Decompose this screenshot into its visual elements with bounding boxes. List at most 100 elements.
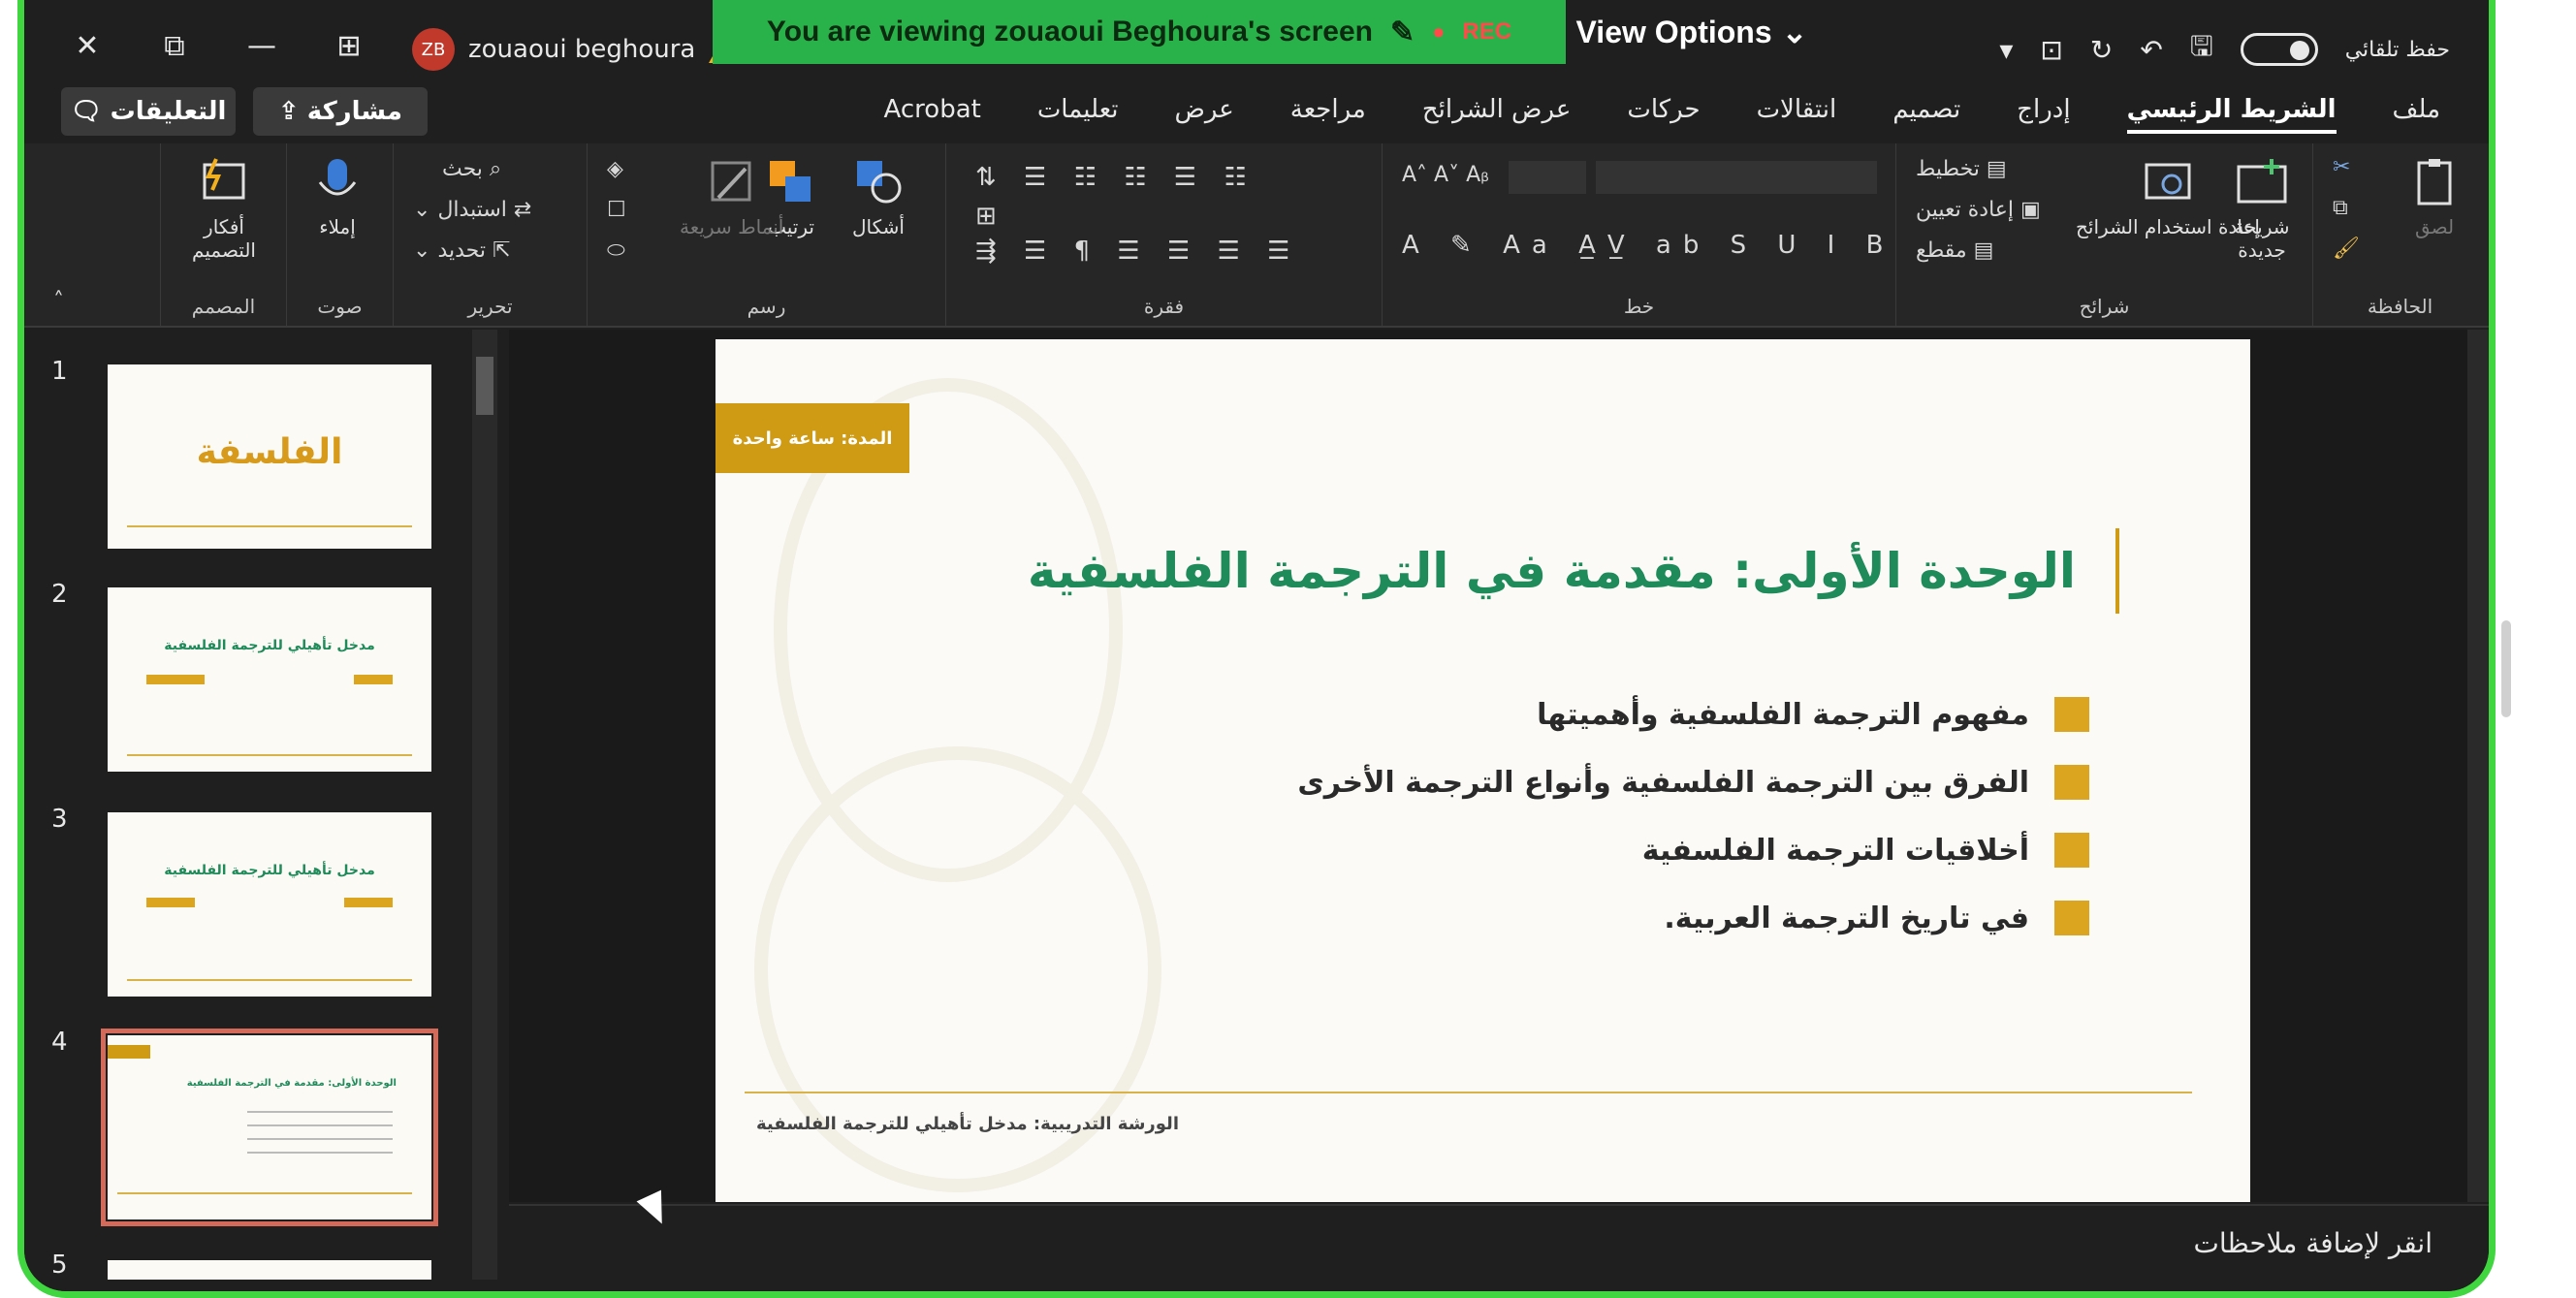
annotate-pen-icon[interactable]: ✎ [1390, 16, 1415, 49]
comments-label: التعليقات [110, 97, 227, 126]
format-painter-icon[interactable]: 🖌 [2333, 237, 2360, 261]
tab-acrobat[interactable]: Acrobat [884, 95, 981, 130]
cut-icon[interactable]: ✂ [2333, 155, 2350, 179]
ribbon-tabs: ملف الشريط الرئيسي إدراج تصميم انتقالات … [884, 95, 2440, 134]
quick-styles-icon [711, 161, 751, 202]
thumb-number: 4 [51, 1028, 68, 1057]
thumb-number: 1 [51, 357, 68, 386]
layout-button[interactable]: تخطيط ▤ [1916, 157, 2007, 181]
replace-button[interactable]: ⌄ استبدال ⇄ [413, 198, 531, 222]
quick-styles-button[interactable]: أنماط سريعة [680, 155, 783, 238]
redo-icon[interactable]: ↻ [2090, 34, 2113, 66]
section-button[interactable]: مقطع ▤ [1916, 238, 1993, 263]
collapse-ribbon-icon[interactable]: ˄ [53, 289, 64, 313]
ribbon: لصق ✂ ⧉ 🖌 الحافظة شريحة جديدة إعادة استخ… [24, 143, 2489, 328]
thumb-line [127, 754, 412, 756]
rec-dot-icon: ● [1432, 19, 1446, 44]
tab-animations[interactable]: حركات [1627, 95, 1700, 130]
share-button[interactable]: ⇪ مشاركة [253, 87, 428, 136]
reset-label: إعادة تعيين [1916, 198, 2015, 222]
window-scroll-handle[interactable] [2501, 620, 2511, 717]
tab-file[interactable]: ملف [2393, 95, 2440, 130]
group-editing: بحث ⌕ ⌄ استبدال ⇄ ⌄ تحديد ⇱ تحرير [393, 143, 587, 328]
scroll-thumb[interactable] [476, 357, 493, 415]
current-slide[interactable]: المدة: ساعة واحدة الوحدة الأولى: مقدمة ف… [716, 339, 2250, 1202]
viewing-banner: You are viewing zouaoui Beghoura's scree… [713, 0, 1566, 64]
tab-home[interactable]: الشريط الرئيسي [2126, 95, 2337, 134]
thumb-bullets [247, 1105, 393, 1163]
presenter-chip[interactable]: ZB zouaoui beghoura [412, 25, 741, 74]
tab-view[interactable]: عرض [1175, 95, 1234, 130]
shape-effects-icon[interactable]: ⬭ [607, 238, 625, 263]
bullet-item: أخلاقيات الترجمة الفلسفية [1297, 816, 2089, 884]
shape-fill-icon[interactable]: ◈ [607, 157, 623, 181]
tab-slideshow[interactable]: عرض الشرائح [1422, 95, 1572, 130]
tab-transitions[interactable]: انتقالات [1757, 95, 1837, 130]
text-direction-icon[interactable]: ⊞ [975, 202, 997, 231]
viewing-banner-text: You are viewing zouaoui Beghoura's scree… [766, 16, 1373, 47]
slide-thumbnail-4[interactable]: الوحدة الأولى: مقدمة في الترجمة الفلسفية [101, 1029, 438, 1226]
presenter-name: zouaoui beghoura [468, 35, 696, 64]
font-name-field[interactable] [1596, 161, 1877, 194]
reuse-slides-icon [2145, 163, 2191, 200]
tab-design[interactable]: تصميم [1892, 95, 1960, 130]
font-format-buttons[interactable]: A ✎ Aa A̲V̲ ab S U I B [1402, 231, 1894, 260]
view-options-button[interactable]: View Options ⌄ [1566, 0, 1818, 64]
thumb-tag [108, 1045, 150, 1059]
dictate-label: إملاء [319, 215, 356, 238]
bullet-list: مفهوم الترجمة الفلسفية وأهميتها الفرق بي… [1297, 681, 2089, 952]
find-button[interactable]: بحث ⌕ [442, 157, 501, 181]
select-label: تحديد [437, 238, 486, 263]
design-ideas-icon [203, 158, 245, 200]
group-label-editing: تحرير [467, 295, 513, 318]
slide-thumbnail-1[interactable]: الفلسفة [108, 364, 431, 549]
bullet-item: في تاريخ الترجمة العربية. [1297, 884, 2089, 952]
presenter-view-icon[interactable]: ⊡ [2040, 34, 2062, 66]
align-buttons[interactable]: ⇶ ☰ ¶ ☰ ☰ ☰ ☰ [975, 237, 1299, 266]
dictate-button[interactable]: إملاء [308, 155, 366, 238]
thumb-tag [354, 675, 393, 684]
comments-button[interactable]: 🗨 التعليقات [61, 87, 236, 136]
avatar: ZB [412, 28, 455, 71]
tab-review[interactable]: مراجعة [1290, 95, 1366, 130]
design-ideas-button[interactable]: أفكار التصميم [180, 155, 268, 262]
bullet-item: مفهوم الترجمة الفلسفية وأهميتها [1297, 681, 2089, 748]
tab-help[interactable]: تعليمات [1037, 95, 1119, 130]
design-ideas-label: أفكار التصميم [192, 215, 256, 262]
undo-icon[interactable]: ↶ [2140, 34, 2162, 66]
reset-button[interactable]: إعادة تعيين ▣ [1916, 198, 2041, 222]
restore-window-icon[interactable]: ⧉ [150, 21, 199, 70]
editor-scrollbar[interactable] [2467, 330, 2489, 1202]
present-window-icon[interactable]: ⊞ [325, 21, 373, 70]
font-size-field[interactable] [1509, 161, 1586, 194]
group-label-drawing: رسم [747, 295, 786, 318]
slide-title: الوحدة الأولى: مقدمة في الترجمة الفلسفية [1027, 543, 2076, 599]
thumb-tag [146, 898, 195, 907]
slide-thumbnail-2[interactable]: مدخل تأهيلي للترجمة الفلسفية [108, 587, 431, 772]
zoom-frame: ✕ ⧉ — ⊞ ZB zouaoui beghoura You are view… [0, 0, 2576, 1298]
shapes-button[interactable]: أشكال [849, 155, 907, 238]
shared-screen: ✕ ⧉ — ⊞ ZB zouaoui beghoura You are view… [17, 0, 2496, 1298]
reuse-slides-label: إعادة استخدام الشرائح [2076, 215, 2260, 238]
minimize-window-icon[interactable]: — [238, 21, 286, 70]
thumb-logo-text: الفلسفة [196, 432, 343, 472]
ribbon-tabs-row: 🗨 التعليقات ⇪ مشاركة ملف الشريط الرئيسي … [24, 87, 2489, 143]
save-icon[interactable]: 🖫 [2190, 26, 2213, 73]
font-size-buttons[interactable]: A˄ A˅ Aᵦ [1402, 163, 1489, 187]
shape-outline-icon[interactable]: ☐ [607, 198, 626, 222]
close-window-icon[interactable]: ✕ [63, 21, 111, 70]
reuse-slides-button[interactable]: إعادة استخدام الشرائح [2076, 155, 2260, 238]
chevron-down-icon: ⌄ [1781, 15, 1808, 49]
group-label-designer: المصمم [191, 295, 256, 318]
thumbnails-scrollbar[interactable] [472, 330, 497, 1284]
paste-button[interactable]: لصق [2405, 155, 2464, 238]
notes-pane[interactable]: انقر لإضافة ملاحظات [509, 1204, 2489, 1280]
autosave-toggle[interactable] [2240, 33, 2318, 66]
select-button[interactable]: ⌄ تحديد ⇱ [413, 238, 510, 263]
customize-qat-icon[interactable]: ▾ [1999, 34, 2013, 66]
tab-insert[interactable]: إدراج [2017, 95, 2070, 130]
list-buttons[interactable]: ⇅ ☰ ☷ ☷ ☰ ☷ [975, 163, 1256, 192]
copy-icon[interactable]: ⧉ [2333, 196, 2348, 220]
title-bar: ✕ ⧉ — ⊞ ZB zouaoui beghoura You are view… [24, 0, 2489, 95]
slide-thumbnail-3[interactable]: مدخل تأهيلي للترجمة الفلسفية [108, 812, 431, 997]
